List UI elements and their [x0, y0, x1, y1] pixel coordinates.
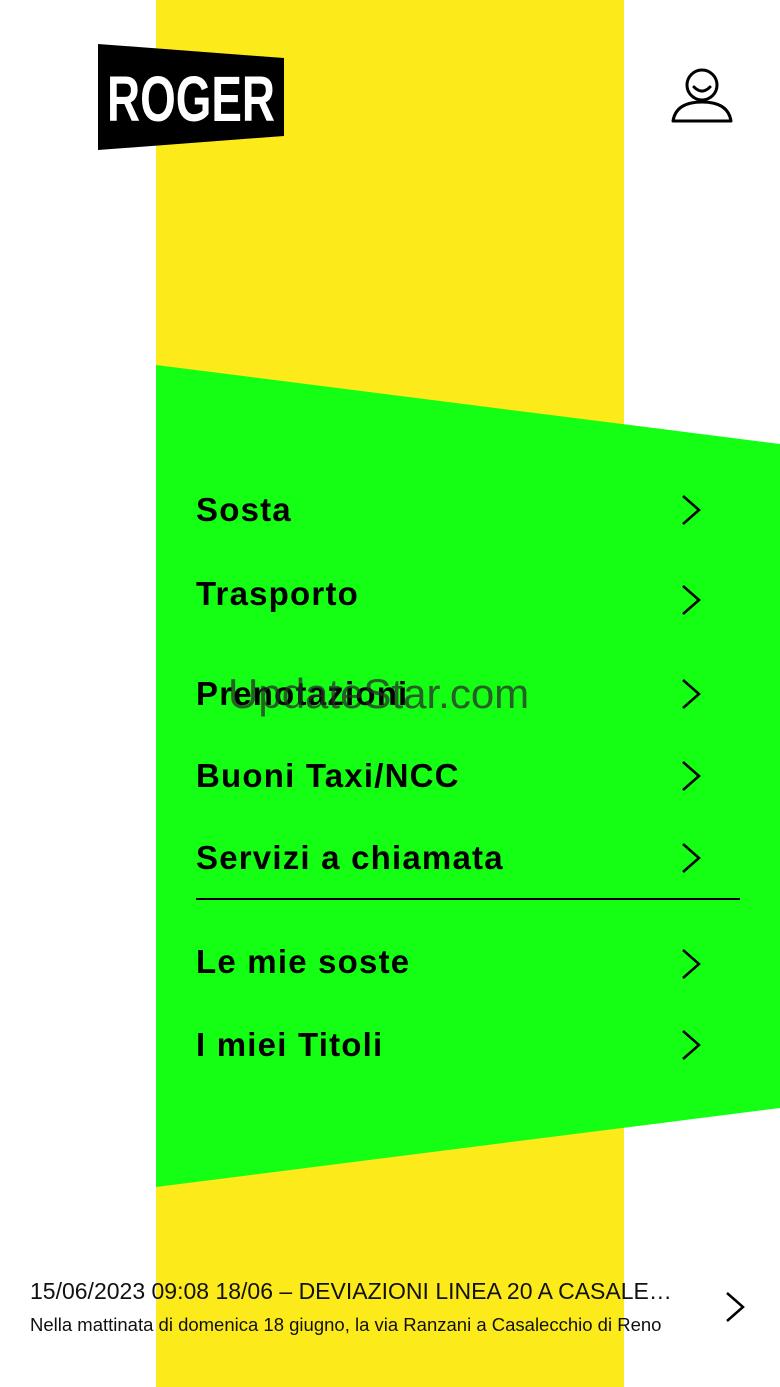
user-profile-icon — [671, 68, 733, 123]
menu-item-label: Trasporto — [196, 575, 359, 612]
chevron-right-icon — [726, 1292, 745, 1322]
chevron-right-icon — [682, 949, 701, 979]
menu-item-label: Buoni Taxi/NCC — [196, 757, 460, 794]
menu-item-label: Sosta — [196, 491, 292, 528]
menu-item-servizi-a-chiamata[interactable]: Servizi a chiamata — [196, 826, 716, 890]
chevron-right-icon — [682, 495, 701, 525]
menu-item-prenotazioni[interactable]: Prenotazioni — [196, 662, 716, 726]
profile-button[interactable] — [668, 64, 736, 128]
chevron-right-icon — [682, 1030, 701, 1060]
app-screen: ROGER Sosta Trasporto Prenotazioni Buoni… — [0, 0, 780, 1387]
news-body: Nella mattinata di domenica 18 giugno, l… — [30, 1314, 662, 1335]
chevron-right-icon — [682, 585, 701, 615]
chevron-right-icon — [682, 843, 701, 873]
roger-logo: ROGER — [98, 44, 286, 150]
menu-item-label: Le mie soste — [196, 943, 411, 980]
news-title: 15/06/2023 09:08 18/06 – DEVIAZIONI LINE… — [30, 1278, 680, 1304]
logo-text: ROGER — [107, 63, 275, 135]
menu-item-label: Prenotazioni — [196, 675, 409, 712]
menu-item-buoni-taxi[interactable]: Buoni Taxi/NCC — [196, 744, 716, 808]
menu-item-label: Servizi a chiamata — [196, 839, 504, 876]
news-item[interactable]: 15/06/2023 09:08 18/06 – DEVIAZIONI LINE… — [0, 1270, 780, 1340]
menu-item-sosta[interactable]: Sosta — [196, 478, 716, 542]
chevron-right-icon — [682, 679, 701, 709]
menu-item-le-mie-soste[interactable]: Le mie soste — [196, 930, 716, 994]
menu-item-label: I miei Titoli — [196, 1026, 384, 1063]
menu-divider — [196, 898, 740, 900]
menu-item-i-miei-titoli[interactable]: I miei Titoli — [196, 1013, 716, 1077]
menu-item-trasporto[interactable]: Trasporto — [196, 562, 716, 626]
chevron-right-icon — [682, 761, 701, 791]
